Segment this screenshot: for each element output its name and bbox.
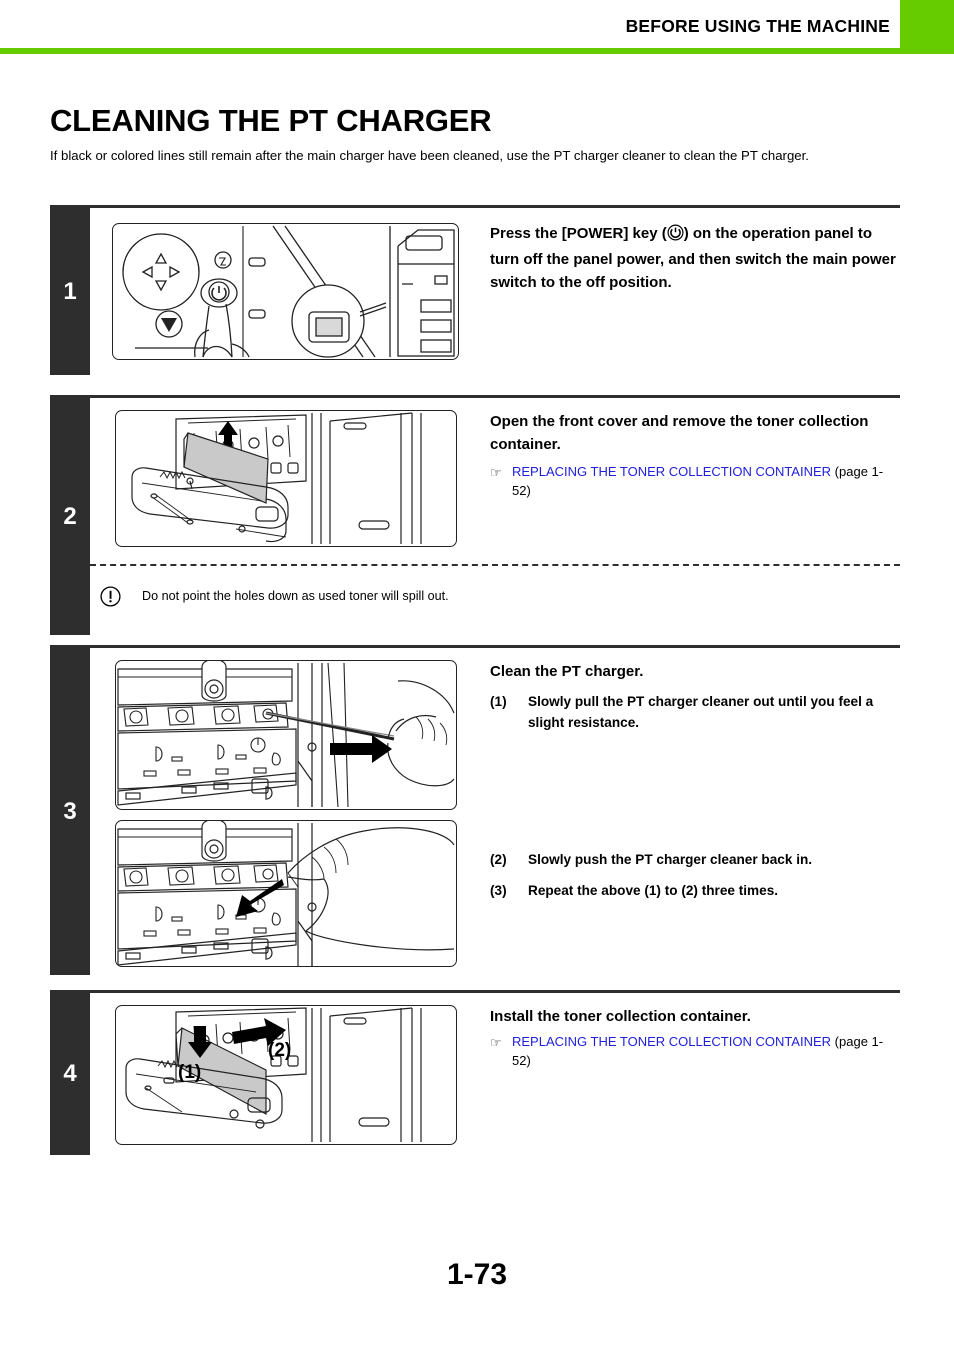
- step-block-1: 1 Press the [POWER] key () on the opera…: [50, 205, 900, 375]
- figure-label-1: (1): [178, 1062, 201, 1083]
- substep-number: (1): [490, 694, 507, 709]
- pointing-hand-icon: ☞: [490, 465, 502, 480]
- install-toner-collection-container-illustration: (1) (2): [115, 1005, 457, 1145]
- substep-text: Slowly push the PT charger cleaner back …: [528, 852, 813, 867]
- page-header: BEFORE USING THE MACHINE: [0, 0, 954, 60]
- step-1-text-column: Press the [POWER] key () on the operatio…: [490, 222, 900, 294]
- step-number-3: 3: [50, 648, 90, 975]
- step-body-4: (1) (2) Install the toner collection con…: [90, 993, 900, 1155]
- step-number-2: 2: [50, 398, 90, 635]
- step-3-substep-2: (2) Slowly push the PT charger cleaner b…: [490, 849, 910, 870]
- substep-text: Slowly pull the PT charger cleaner out u…: [528, 694, 874, 730]
- header-accent-rule: [0, 48, 954, 54]
- page-number: 1-73: [446, 1258, 508, 1291]
- substep-text: Repeat the above (1) to (2) three times.: [528, 883, 779, 898]
- step-4-text-column: Install the toner collection container. …: [490, 1005, 900, 1070]
- caution-text: Do not point the holes down as used tone…: [142, 589, 449, 603]
- pull-pt-charger-cleaner-illustration: [115, 660, 457, 810]
- step-4-heading: Install the toner collection container.: [490, 1008, 751, 1025]
- step-2-text-column: Open the front cover and remove the tone…: [490, 410, 900, 500]
- step-3-substep-3: (3) Repeat the above (1) to (2) three ti…: [490, 880, 910, 901]
- page-title: CLEANING THE PT CHARGER: [50, 102, 492, 138]
- push-pt-charger-cleaner-illustration: [115, 820, 457, 967]
- pointing-hand-icon: ☞: [490, 1035, 502, 1050]
- step-1-heading-before: Press the [POWER] key (: [490, 225, 667, 242]
- intro-paragraph: If black or colored lines still remain a…: [50, 148, 809, 164]
- step-block-3: 3 Clean the PT charger. (1) Slowly pull …: [50, 645, 900, 975]
- caution-note-step-2: Do not point the holes down as used tone…: [90, 564, 900, 630]
- step-2-reference[interactable]: ☞ REPLACING THE TONER COLLECTION CONTAINE…: [490, 462, 900, 500]
- step-block-4: 4 (1) (2) Install the toner collection c…: [50, 990, 900, 1155]
- step-number-4: 4: [50, 993, 90, 1155]
- step-body-2: Open the front cover and remove the tone…: [90, 398, 900, 635]
- step-3-substep-1: (1) Slowly pull the PT charger cleaner o…: [490, 691, 910, 733]
- step-1-heading: Press the [POWER] key () on the operatio…: [490, 222, 900, 294]
- step-2-heading: Open the front cover and remove the tone…: [490, 413, 869, 453]
- operation-panel-power-key-illustration: [112, 223, 459, 360]
- step-3-heading: Clean the PT charger.: [490, 663, 644, 680]
- remove-toner-collection-container-illustration: [115, 410, 457, 547]
- substep-number: (3): [490, 883, 507, 898]
- step-body-3: Clean the PT charger. (1) Slowly pull th…: [90, 648, 900, 975]
- header-accent-block: [900, 0, 954, 54]
- step-number-1: 1: [50, 208, 90, 375]
- substep-number: (2): [490, 852, 507, 867]
- reference-link[interactable]: REPLACING THE TONER COLLECTION CONTAINER: [512, 464, 831, 479]
- running-head-title: BEFORE USING THE MACHINE: [625, 16, 890, 36]
- figure-label-2: (2): [268, 1040, 291, 1061]
- step-4-reference[interactable]: ☞ REPLACING THE TONER COLLECTION CONTAINE…: [490, 1032, 900, 1070]
- step-3-text-column: Clean the PT charger. (1) Slowly pull th…: [490, 660, 910, 901]
- caution-divider: [90, 564, 900, 566]
- caution-exclamation-icon: [100, 586, 121, 607]
- step-body-1: Press the [POWER] key () on the operatio…: [90, 208, 900, 375]
- step-block-2: 2 Open the front cover and remove the to…: [50, 395, 900, 635]
- reference-link[interactable]: REPLACING THE TONER COLLECTION CONTAINER: [512, 1034, 831, 1049]
- power-icon: [667, 224, 684, 248]
